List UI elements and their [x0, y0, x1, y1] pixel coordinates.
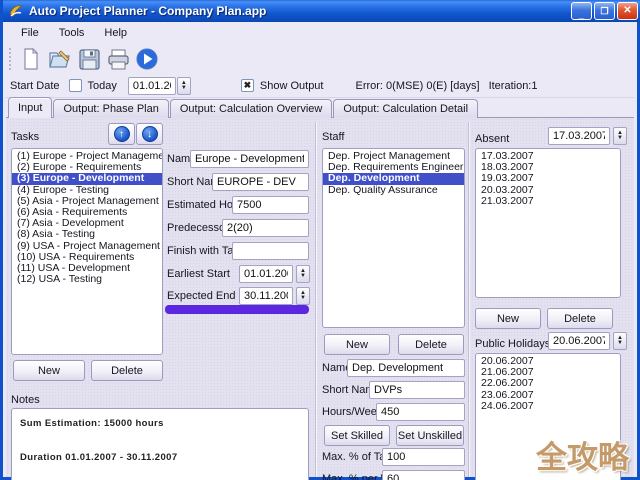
task-short-name-input[interactable] — [212, 173, 309, 191]
save-icon — [78, 48, 100, 70]
input-tab-panel: Tasks ↑ ↓ (1) Europe - Project Managemen… — [6, 117, 634, 480]
app-icon — [9, 5, 24, 17]
show-output-label: Show Output — [259, 79, 324, 92]
save-button[interactable] — [76, 46, 102, 72]
tasks-list[interactable]: (1) Europe - Project Management (2) Europ… — [11, 148, 163, 355]
task-delete-button[interactable]: Delete — [91, 360, 163, 381]
absent-date-spinner[interactable]: ▲ ▼ — [613, 127, 627, 145]
staff-list[interactable]: Dep. Project Management Dep. Requirements… — [322, 148, 465, 328]
list-item[interactable]: 19.03.2007 — [476, 173, 620, 184]
earliest-start-input[interactable] — [239, 265, 293, 283]
set-unskilled-button[interactable]: Set Unskilled — [396, 425, 464, 446]
staff-name-input[interactable] — [347, 359, 465, 377]
maximize-button[interactable]: ❐ — [594, 2, 615, 20]
public-holidays-date-spinner[interactable]: ▲ ▼ — [613, 332, 627, 350]
start-date-label: Start Date — [10, 79, 60, 92]
tasks-label: Tasks — [11, 131, 40, 143]
print-button[interactable] — [105, 46, 131, 72]
list-item[interactable]: Dep. Quality Assurance — [323, 184, 464, 196]
task-new-button[interactable]: New — [13, 360, 85, 381]
expected-end-label: Expected End — [167, 290, 236, 302]
staff-new-button[interactable]: New — [324, 334, 390, 355]
new-file-icon — [24, 48, 39, 70]
staff-label: Staff — [322, 131, 345, 143]
estimated-hours-input[interactable] — [232, 196, 309, 214]
notes-label: Notes — [11, 394, 40, 406]
close-button[interactable]: ✕ — [617, 2, 638, 20]
title-bar: Auto Project Planner - Company Plan.app … — [3, 0, 640, 22]
parameter-row: Start Date Today ▲▼ ✖ Show Output Error:… — [6, 74, 634, 98]
run-button[interactable] — [134, 46, 160, 72]
new-file-button[interactable] — [18, 46, 44, 72]
tab-input[interactable]: Input — [8, 97, 53, 118]
separator-right — [468, 122, 470, 477]
expected-end-input[interactable] — [239, 287, 293, 305]
list-item[interactable]: 24.06.2007 — [476, 400, 620, 412]
tab-output-calculation-overview[interactable]: Output: Calculation Overview — [169, 99, 333, 118]
list-item[interactable]: 21.03.2007 — [476, 195, 620, 207]
predecessors-input[interactable] — [222, 219, 309, 237]
minimize-button[interactable]: _ — [571, 2, 592, 20]
menu-bar: File Tools Help — [6, 22, 634, 44]
list-item[interactable]: (8) Asia - Testing — [12, 229, 162, 240]
absent-delete-button[interactable]: Delete — [547, 308, 613, 329]
absent-label: Absent — [475, 133, 510, 145]
staff-short-name-input[interactable] — [369, 381, 465, 399]
hours-per-week-input[interactable] — [376, 403, 465, 421]
tab-output-phase-plan[interactable]: Output: Phase Plan — [53, 99, 169, 118]
move-task-up-button[interactable]: ↑ — [108, 123, 135, 145]
task-progress-bar — [165, 305, 309, 314]
list-item[interactable]: (3) Europe - Development — [12, 173, 162, 185]
earliest-start-spinner[interactable]: ▲ ▼ — [296, 265, 310, 283]
menu-help[interactable]: Help — [95, 24, 136, 42]
arrow-up-icon: ↑ — [113, 126, 130, 142]
list-item[interactable]: 22.06.2007 — [476, 378, 620, 389]
iteration-status: Iteration:1 — [488, 79, 538, 92]
task-name-input[interactable] — [190, 150, 309, 168]
toolbar — [6, 44, 634, 74]
start-date-spinner[interactable]: ▲ ▼ — [176, 76, 191, 95]
tab-strip: Input Output: Phase Plan Output: Calcula… — [6, 97, 634, 118]
open-folder-icon — [49, 50, 70, 68]
today-checkbox[interactable] — [68, 79, 82, 92]
finish-with-task-input[interactable] — [232, 242, 309, 260]
list-item[interactable]: (12) USA - Testing — [12, 274, 162, 285]
earliest-start-label: Earliest Start — [167, 268, 230, 280]
staff-delete-button[interactable]: Delete — [398, 334, 464, 355]
public-holidays-label: Public Holidays — [475, 338, 551, 350]
list-item[interactable]: Dep. Development — [323, 173, 464, 185]
hours-per-week-label: Hours/Week — [322, 406, 383, 418]
separator-middle — [315, 122, 317, 477]
start-date-input[interactable] — [127, 76, 176, 95]
max-percent-per-week-input[interactable] — [382, 470, 465, 480]
watermark-text: 全攻略 — [536, 440, 629, 476]
open-file-button[interactable] — [47, 46, 73, 72]
move-task-down-button[interactable]: ↓ — [136, 123, 163, 145]
today-label: Today — [87, 79, 117, 92]
window-title: Auto Project Planner - Company Plan.app — [29, 4, 267, 18]
menu-file[interactable]: File — [12, 24, 48, 42]
toolbar-grip[interactable] — [9, 48, 12, 70]
set-skilled-button[interactable]: Set Skilled — [324, 425, 390, 446]
app-window: Auto Project Planner - Company Plan.app … — [0, 0, 640, 480]
expected-end-spinner[interactable]: ▲ ▼ — [296, 287, 310, 305]
public-holidays-date-input[interactable] — [548, 332, 610, 350]
tab-output-calculation-detail[interactable]: Output: Calculation Detail — [333, 99, 479, 118]
show-output-checkbox[interactable]: ✖ — [240, 79, 254, 92]
arrow-down-icon: ↓ — [141, 126, 158, 142]
notes-textarea[interactable]: Sum Estimation: 15000 hours Duration 01.… — [11, 408, 309, 480]
max-percent-of-task-input[interactable] — [382, 448, 465, 466]
error-status: Error: 0(MSE) 0(E) [days] — [355, 79, 480, 92]
absent-new-button[interactable]: New — [475, 308, 541, 329]
absent-date-input[interactable] — [548, 127, 610, 145]
print-icon — [107, 49, 129, 69]
absent-list[interactable]: 17.03.2007 18.03.2007 19.03.2007 20.03.2007… — [475, 148, 621, 298]
run-icon — [136, 48, 158, 70]
menu-tools[interactable]: Tools — [50, 24, 94, 42]
